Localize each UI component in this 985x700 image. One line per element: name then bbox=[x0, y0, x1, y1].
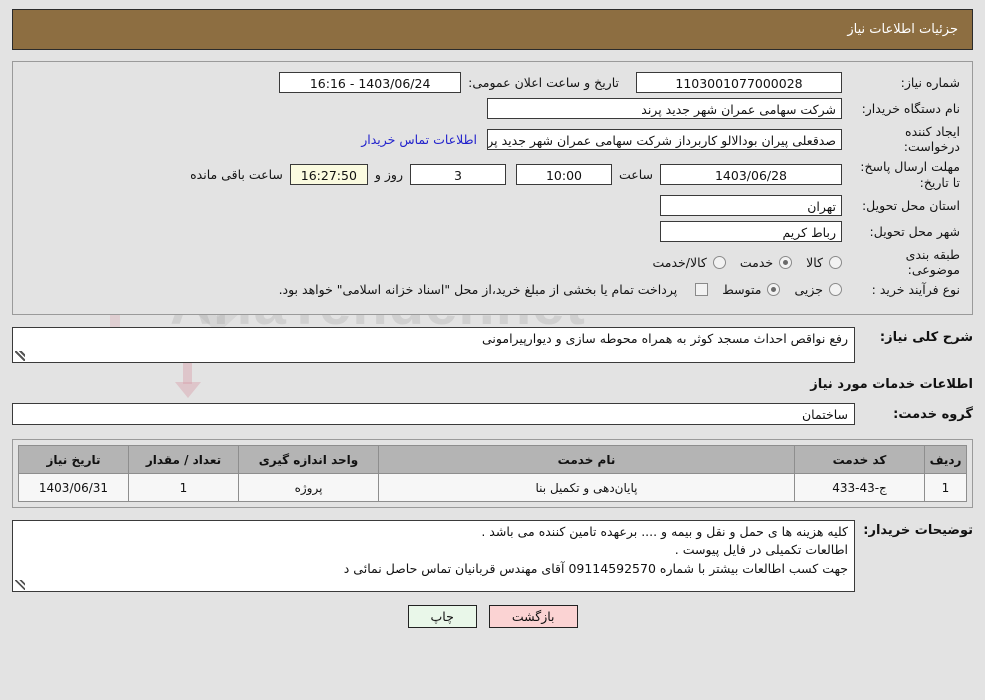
radio-icon[interactable] bbox=[829, 283, 842, 297]
need-info-panel: شماره نیاز: 1103001077000028 تاریخ و ساع… bbox=[12, 61, 973, 316]
table-header-row: ردیف کد خدمت نام خدمت واحد اندازه گیری ت… bbox=[18, 445, 967, 475]
category-option-goods-label: کالا bbox=[806, 254, 823, 270]
delivery-city-label: شهر محل تحویل: bbox=[869, 224, 960, 240]
general-description-text: رفع نواقص احداث مسجد کوثر به همراه محوطه… bbox=[482, 331, 848, 347]
general-description-value[interactable]: رفع نواقص احداث مسجد کوثر به همراه محوطه… bbox=[12, 327, 855, 364]
delivery-city-row: شهر محل تحویل: رباط کریم bbox=[25, 221, 960, 243]
buyer-org-label: نام دستگاه خریدار: bbox=[861, 101, 960, 116]
radio-icon-selected[interactable] bbox=[767, 283, 781, 297]
service-group-label: گروه خدمت: bbox=[893, 406, 973, 422]
purchase-process-row: نوع فرآیند خرید : جزیی متوسط پرداخت تمام… bbox=[25, 282, 960, 297]
back-button[interactable]: بازگشت bbox=[488, 605, 578, 629]
resize-grip-icon[interactable] bbox=[15, 580, 25, 591]
public-announce-label: تاریخ و ساعت اعلان عمومی: bbox=[468, 75, 619, 90]
table-row: 1 ج-43-433 پایان‌دهی و تکمیل بنا پروژه 1… bbox=[18, 473, 967, 503]
general-description-section: شرح کلی نیاز: رفع نواقص احداث مسجد کوثر … bbox=[12, 327, 973, 364]
print-button[interactable]: چاپ bbox=[407, 605, 477, 629]
islamic-treasury-checkbox[interactable] bbox=[695, 283, 709, 297]
process-option-minor[interactable]: جزیی bbox=[794, 282, 842, 297]
category-option-service[interactable]: خدمت bbox=[739, 254, 793, 270]
buyer-notes-line-1: کلیه هزینه ها ی حمل و نقل و بیمه و .... … bbox=[481, 524, 848, 540]
col-header-service-code: کد خدمت bbox=[794, 445, 925, 475]
cell-service-code: ج-43-433 bbox=[794, 473, 925, 503]
delivery-city-value[interactable]: رباط کریم bbox=[660, 221, 842, 243]
services-table: ردیف کد خدمت نام خدمت واحد اندازه گیری ت… bbox=[18, 445, 967, 503]
request-creator-value[interactable]: صدقعلی پیران بودالالو کاربرداز شرکت سهام… bbox=[487, 128, 842, 150]
category-option-goods-service-label: کالا/خدمت bbox=[652, 254, 707, 270]
buyer-notes-value[interactable]: کلیه هزینه ها ی حمل و نقل و بیمه و .... … bbox=[12, 520, 855, 593]
countdown-timer-value: 16:27:50 bbox=[289, 164, 368, 186]
page-title: جزئیات اطلاعات نیاز bbox=[847, 22, 958, 37]
radio-icon[interactable] bbox=[829, 255, 842, 269]
purchase-process-radio-group: جزیی متوسط bbox=[708, 282, 842, 297]
delivery-province-row: استان محل تحویل: تهران bbox=[25, 195, 960, 217]
resize-grip-icon[interactable] bbox=[15, 351, 25, 362]
buyer-notes-row: توضیحات خریدار: کلیه هزینه ها ی حمل و نق… bbox=[12, 520, 973, 593]
category-option-service-label: خدمت bbox=[739, 254, 774, 270]
action-button-bar: بازگشت چاپ bbox=[0, 605, 985, 629]
cell-quantity: 1 bbox=[128, 473, 239, 503]
buyer-notes-line-3: جهت کسب اطالعات بیشتر با شماره 091145925… bbox=[343, 560, 848, 576]
buyer-notes-section: توضیحات خریدار: کلیه هزینه ها ی حمل و نق… bbox=[12, 520, 973, 593]
col-header-service-name: نام خدمت bbox=[378, 445, 795, 475]
request-creator-label: ایجاد کننده درخواست: bbox=[903, 124, 960, 154]
purchase-process-label: نوع فرآیند خرید : bbox=[871, 282, 960, 298]
subject-category-label: طبقه بندی موضوعی: bbox=[905, 247, 960, 278]
hour-label: ساعت bbox=[618, 167, 653, 183]
col-header-need-date: تاریخ نیاز bbox=[18, 445, 129, 475]
delivery-province-value[interactable]: تهران bbox=[660, 195, 842, 217]
buyer-org-row: نام دستگاه خریدار: شرکت سهامی عمران شهر … bbox=[25, 98, 960, 119]
service-group-row: گروه خدمت: ساختمان bbox=[12, 403, 973, 426]
request-creator-row: ایجاد کننده درخواست: صدقعلی پیران بودالا… bbox=[25, 124, 960, 154]
need-number-row: شماره نیاز: 1103001077000028 تاریخ و ساع… bbox=[25, 72, 960, 93]
buyer-notes-line-2: اطالعات تکمیلی در فایل پیوست . bbox=[674, 542, 848, 558]
need-number-label: شماره نیاز: bbox=[900, 75, 960, 90]
col-header-row-no: ردیف bbox=[924, 445, 967, 475]
delivery-province-label: استان محل تحویل: bbox=[861, 198, 960, 214]
response-deadline-row: مهلت ارسال پاسخ: تا تاریخ: 1403/06/28 سا… bbox=[25, 159, 960, 190]
service-group-value[interactable]: ساختمان bbox=[12, 403, 855, 426]
general-description-label: شرح کلی نیاز: bbox=[879, 330, 973, 346]
response-deadline-label: مهلت ارسال پاسخ: تا تاریخ: bbox=[860, 159, 960, 190]
col-header-unit: واحد اندازه گیری bbox=[238, 445, 379, 475]
need-number-value[interactable]: 1103001077000028 bbox=[636, 72, 842, 93]
services-table-wrapper: ردیف کد خدمت نام خدمت واحد اندازه گیری ت… bbox=[12, 439, 973, 509]
services-section-title: اطلاعات خدمات مورد نیاز bbox=[810, 377, 973, 393]
deadline-date-value[interactable]: 1403/06/28 bbox=[660, 164, 842, 186]
days-label: روز و bbox=[374, 167, 403, 183]
islamic-treasury-note: پرداخت تمام یا بخشی از مبلغ خرید،از محل … bbox=[278, 282, 678, 298]
subject-category-row: طبقه بندی موضوعی: کالا خدمت کالا/خدمت bbox=[25, 247, 960, 277]
process-option-medium-label: متوسط bbox=[722, 282, 762, 298]
page-header-bar: جزئیات اطلاعات نیاز bbox=[12, 9, 973, 50]
general-description-row: شرح کلی نیاز: رفع نواقص احداث مسجد کوثر … bbox=[12, 327, 973, 364]
process-option-minor-label: جزیی bbox=[794, 282, 823, 298]
deadline-time-value[interactable]: 10:00 bbox=[515, 164, 612, 186]
countdown-label: ساعت باقی مانده bbox=[190, 167, 283, 183]
buyer-contact-link[interactable]: اطلاعات تماس خریدار bbox=[351, 132, 487, 147]
radio-icon[interactable] bbox=[712, 255, 726, 269]
category-option-goods[interactable]: کالا bbox=[806, 255, 842, 270]
page-root: جزئیات اطلاعات نیاز شماره نیاز: 11030010… bbox=[0, 9, 985, 629]
cell-unit: پروژه bbox=[238, 473, 379, 503]
cell-service-name[interactable]: پایان‌دهی و تکمیل بنا bbox=[378, 473, 795, 503]
public-announce-value[interactable]: 1403/06/24 - 16:16 bbox=[279, 72, 462, 93]
subject-category-radio-group: کالا خدمت کالا/خدمت bbox=[638, 255, 842, 270]
remaining-days-value[interactable]: 3 bbox=[409, 164, 506, 186]
buyer-org-value[interactable]: شرکت سهامی عمران شهر جدید پرند bbox=[487, 98, 842, 119]
category-option-goods-service[interactable]: کالا/خدمت bbox=[652, 254, 726, 270]
cell-row-no: 1 bbox=[924, 473, 967, 503]
cell-need-date: 1403/06/31 bbox=[18, 473, 129, 503]
buyer-notes-label: توضیحات خریدار: bbox=[863, 523, 973, 539]
col-header-quantity: تعداد / مقدار bbox=[128, 445, 239, 475]
radio-icon-selected[interactable] bbox=[779, 255, 793, 269]
process-option-medium[interactable]: متوسط bbox=[722, 282, 781, 298]
